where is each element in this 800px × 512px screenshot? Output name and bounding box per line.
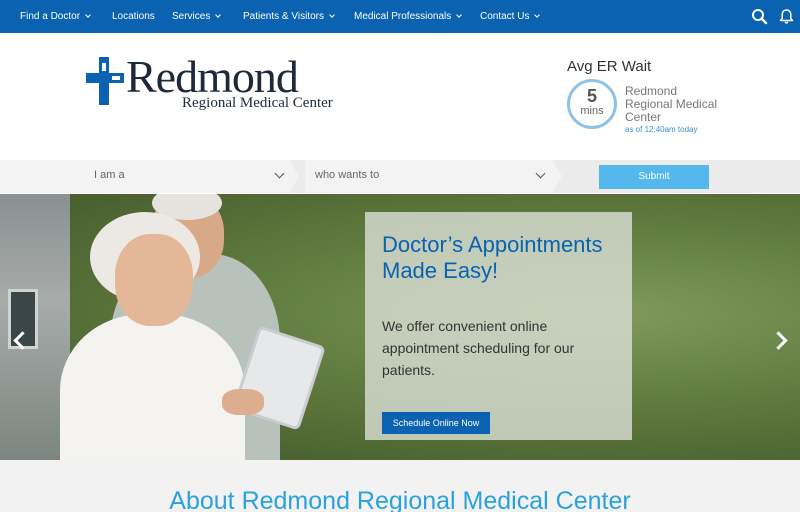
hero-carousel: Doctor’s Appointments Made Easy! We offe… (0, 194, 800, 460)
nav-label: Find a Doctor (20, 11, 81, 22)
nav-contact-us[interactable]: Contact Us (480, 0, 541, 33)
nav-find-a-doctor[interactable]: Find a Doctor (20, 0, 91, 33)
carousel-next-arrow-icon[interactable] (769, 331, 788, 350)
hero-title: Doctor’s Appointments Made Easy! (382, 232, 603, 283)
chevron-down-icon (535, 168, 546, 179)
wants-to-select-label: who wants to (315, 169, 380, 181)
search-icon[interactable] (751, 8, 768, 25)
chevron-down-icon (534, 12, 541, 18)
nav-services[interactable]: Services (172, 0, 222, 33)
hero-card: Doctor’s Appointments Made Easy! We offe… (365, 212, 632, 440)
submit-button[interactable]: Submit (599, 165, 709, 189)
top-nav: Find a Doctor Locations Services Patient… (0, 0, 800, 33)
nav-label: Services (172, 11, 211, 22)
i-am-select-label: I am a (94, 169, 125, 181)
medical-cross-icon (86, 57, 124, 105)
bell-icon[interactable] (778, 8, 795, 25)
schedule-online-button[interactable]: Schedule Online Now (382, 412, 490, 434)
chevron-down-icon (85, 12, 91, 18)
chevron-down-icon (456, 12, 463, 18)
chevron-down-icon (329, 12, 335, 18)
nav-locations[interactable]: Locations (112, 0, 155, 33)
nav-medical-professionals[interactable]: Medical Professionals (354, 0, 463, 33)
er-wait-location: Redmond Regional Medical Center (625, 84, 718, 124)
nav-label: Locations (112, 11, 155, 22)
logo-name: Redmond (126, 51, 299, 102)
nav-patients-visitors[interactable]: Patients & Visitors (243, 0, 335, 33)
nav-label: Patients & Visitors (243, 11, 324, 22)
hero-text: We offer convenient online appointment s… (382, 318, 575, 378)
er-wait-timestamp: as of 12:40am today (625, 125, 698, 134)
er-wait-badge: 5 mins (567, 79, 617, 129)
er-wait-value: 5 (586, 86, 597, 106)
er-wait-unit: mins (580, 105, 604, 117)
nav-label: Contact Us (480, 11, 530, 22)
logo-subtitle: Regional Medical Center (182, 95, 333, 111)
chevron-down-icon (274, 168, 285, 179)
chevron-down-icon (215, 12, 222, 18)
about-title: About Redmond Regional Medical Center (169, 487, 631, 512)
i-am-select[interactable]: I am a (0, 160, 289, 193)
select-divider (552, 160, 562, 193)
select-divider (289, 160, 299, 193)
site-logo[interactable]: Redmond Regional Medical Center (86, 51, 333, 116)
er-wait-title: Avg ER Wait (567, 58, 652, 75)
nav-label: Medical Professionals (354, 11, 452, 22)
wants-to-select[interactable]: who wants to (305, 160, 552, 193)
